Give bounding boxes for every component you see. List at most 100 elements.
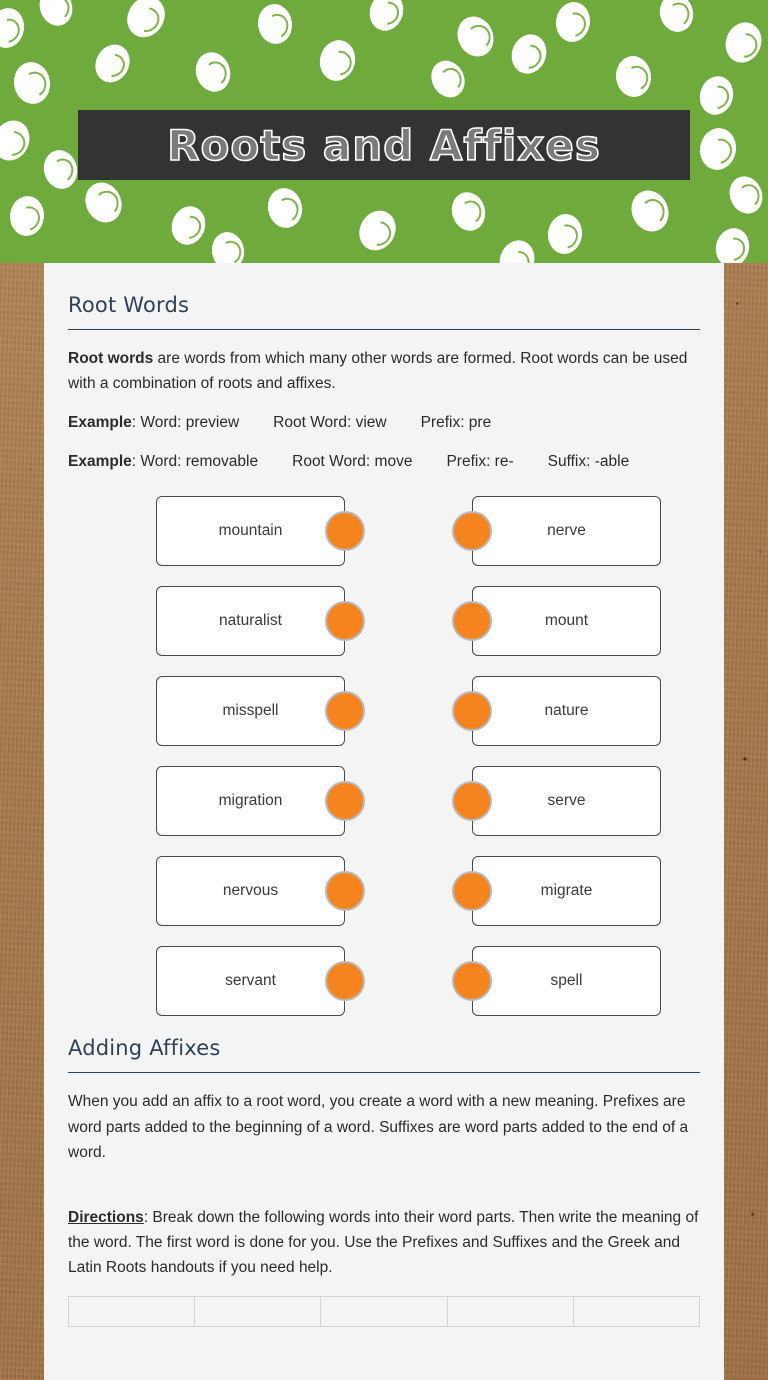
- example-1-label: Example: [68, 414, 132, 432]
- scribbled-oval-icon: [447, 188, 490, 235]
- scribbled-oval-icon: [0, 114, 36, 167]
- match-card-label: migration: [218, 792, 283, 810]
- match-card-right[interactable]: nerve: [472, 496, 661, 567]
- section-title-adding-affixes: Adding Affixes: [68, 1036, 221, 1061]
- worksheet-sheet: Root Words Root words are words from whi…: [44, 263, 724, 1380]
- table-cell[interactable]: [446, 1296, 574, 1328]
- scribbled-oval-icon: [655, 0, 698, 36]
- root-words-definition-bold: Root words: [68, 350, 154, 367]
- scribbled-oval-icon: [493, 235, 541, 263]
- root-words-definition: Root words are words from which many oth…: [68, 346, 700, 396]
- match-card-label: nerve: [547, 522, 586, 540]
- match-connector-dot-left[interactable]: [325, 601, 365, 642]
- match-card-left[interactable]: nervous: [156, 856, 345, 927]
- scribbled-oval-icon: [352, 204, 403, 257]
- scribbled-oval-icon: [695, 72, 738, 119]
- scribbled-oval-icon: [78, 176, 129, 229]
- scribbled-oval-icon: [545, 211, 585, 257]
- page-header: Roots and Affixes: [0, 0, 768, 263]
- title-banner: Roots and Affixes: [78, 110, 690, 180]
- match-row: misspell nature: [68, 676, 700, 766]
- scribbled-oval-icon: [190, 47, 236, 97]
- example-2-root: Root Word: move: [292, 453, 413, 471]
- example-2-label: Example: [68, 453, 132, 471]
- page-title: Roots and Affixes: [166, 120, 601, 171]
- match-card-left[interactable]: misspell: [156, 676, 345, 747]
- match-card-left[interactable]: naturalist: [156, 586, 345, 657]
- scribbled-oval-icon: [613, 54, 654, 99]
- table-row: [67, 1296, 701, 1328]
- example-2-prefix: Prefix: re-: [446, 453, 514, 471]
- scribbled-oval-icon: [39, 146, 82, 193]
- match-card-label: nature: [544, 702, 589, 720]
- match-card-right[interactable]: serve: [472, 766, 661, 837]
- directions-paragraph: Directions: Break down the following wor…: [68, 1205, 700, 1280]
- table-cell[interactable]: [67, 1296, 196, 1328]
- match-card-left[interactable]: migration: [156, 766, 345, 837]
- section-title-root-words: Root Words: [68, 293, 190, 317]
- scribbled-oval-icon: [0, 4, 28, 52]
- match-card-label: serve: [547, 792, 586, 810]
- match-card-right[interactable]: migrate: [472, 856, 661, 927]
- scribbled-oval-icon: [719, 16, 768, 69]
- match-row: naturalist mount: [68, 586, 700, 676]
- match-card-right[interactable]: mount: [472, 586, 661, 657]
- directions-text: : Break down the following words into th…: [68, 1208, 699, 1276]
- example-2-suffix: Suffix: -able: [547, 453, 630, 471]
- matching-activity-grid: mountain nerve naturalist mount misspell natu…: [68, 496, 700, 1036]
- table-cell[interactable]: [572, 1296, 701, 1328]
- example-2-word: : Word: removable: [131, 453, 259, 471]
- scribbled-oval-icon: [711, 224, 754, 263]
- example-1-word: : Word: preview: [131, 414, 240, 432]
- scribbled-oval-icon: [696, 125, 740, 173]
- scribbled-oval-icon: [264, 184, 306, 232]
- match-card-label: mountain: [218, 522, 283, 540]
- scribbled-oval-icon: [8, 194, 46, 238]
- example-1-prefix: Prefix: pre: [420, 414, 492, 432]
- match-card-label: nervous: [222, 882, 279, 900]
- scribbled-oval-icon: [424, 54, 472, 104]
- match-card-label: naturalist: [219, 612, 282, 630]
- scribbled-oval-icon: [506, 29, 552, 79]
- word-parts-table: [67, 1296, 701, 1328]
- match-connector-dot-left[interactable]: [325, 691, 365, 732]
- match-card-left[interactable]: mountain: [156, 496, 345, 567]
- scribbled-oval-icon: [364, 0, 409, 36]
- root-words-example-2: Example: Word: removable Root Word: move P…: [68, 449, 700, 474]
- match-row: migration serve: [68, 766, 700, 856]
- match-card-label: misspell: [222, 702, 279, 720]
- scribbled-oval-icon: [209, 229, 247, 263]
- scribbled-oval-icon: [119, 0, 173, 45]
- scribbled-oval-icon: [166, 201, 211, 250]
- directions-label: Directions: [68, 1208, 144, 1226]
- word-parts-table-body: [67, 1296, 701, 1328]
- match-row: mountain nerve: [68, 496, 700, 586]
- adding-affixes-paragraph: When you add an affix to a root word, yo…: [68, 1093, 689, 1161]
- match-connector-dot-left[interactable]: [325, 871, 365, 912]
- match-card-label: servant: [225, 972, 276, 990]
- scribbled-oval-icon: [724, 171, 768, 219]
- scribbled-oval-icon: [553, 0, 593, 45]
- match-connector-dot-left[interactable]: [325, 511, 365, 552]
- match-card-right[interactable]: spell: [472, 946, 661, 1017]
- match-connector-dot-left[interactable]: [325, 961, 365, 1002]
- match-connector-dot-left[interactable]: [325, 781, 365, 822]
- scribbled-oval-icon: [450, 10, 501, 63]
- scribbled-oval-icon: [34, 0, 78, 31]
- match-card-left[interactable]: servant: [156, 946, 345, 1017]
- match-card-label: migrate: [540, 882, 593, 900]
- scribbled-oval-icon: [89, 38, 136, 89]
- match-card-label: mount: [544, 612, 589, 630]
- root-words-example-1: Example: Word: preview Root Word: view Pre…: [68, 410, 700, 435]
- table-cell[interactable]: [320, 1296, 448, 1328]
- match-row: nervous migrate: [68, 856, 700, 946]
- table-cell[interactable]: [194, 1296, 322, 1328]
- scribbled-oval-icon: [625, 184, 675, 238]
- section-divider: [68, 1072, 700, 1074]
- example-1-root: Root Word: view: [273, 414, 387, 432]
- match-row: servant spell: [68, 946, 700, 1036]
- match-card-label: spell: [550, 972, 583, 990]
- match-card-right[interactable]: nature: [472, 676, 661, 747]
- scribbled-oval-icon: [255, 1, 295, 47]
- root-words-definition-rest: are words from which many other words ar…: [68, 350, 688, 393]
